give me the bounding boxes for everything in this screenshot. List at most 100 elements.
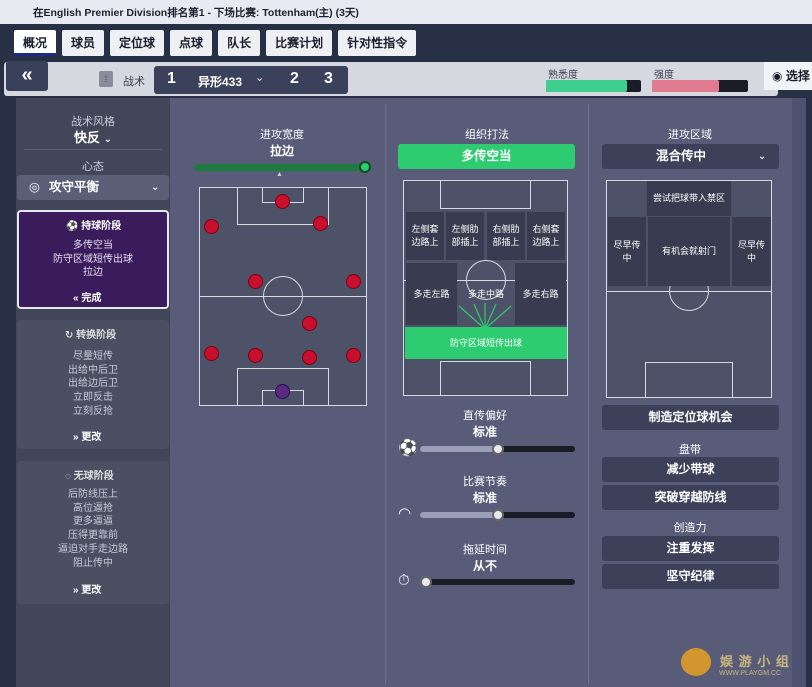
chevron-down-icon[interactable]: ⌄ bbox=[255, 71, 264, 84]
chevrons-right-icon: » bbox=[73, 585, 79, 596]
ball-icon: ◌ bbox=[65, 471, 71, 482]
list-item: 阻止传中 bbox=[73, 557, 113, 569]
slider-thumb[interactable] bbox=[491, 443, 504, 455]
style-dropdown[interactable]: 快反 ⌄ bbox=[16, 127, 170, 146]
build-up-button[interactable]: 多传空当 bbox=[398, 144, 575, 169]
tactic-slot-3[interactable]: 3 bbox=[324, 70, 333, 88]
formation-pitch bbox=[199, 187, 367, 406]
penalty-box-bottom bbox=[440, 361, 531, 395]
dribbling-button[interactable]: 减少带球 bbox=[602, 457, 779, 482]
time-wasting-slider[interactable] bbox=[420, 579, 575, 585]
time-wasting-value: 从不 bbox=[472, 559, 497, 573]
speedometer-icon: ◠ bbox=[398, 505, 412, 522]
attack-width-label: 进攻宽度 bbox=[260, 129, 304, 141]
scrollbar[interactable] bbox=[792, 98, 806, 687]
build-up-label: 组织打法 bbox=[465, 129, 509, 141]
zone-cross-early-left[interactable]: 尽早传 中 bbox=[608, 217, 646, 286]
player-token[interactable] bbox=[302, 350, 317, 365]
change-button[interactable]: » 更改 bbox=[73, 581, 101, 596]
done-button[interactable]: « 完成 bbox=[73, 289, 101, 304]
zone-cross-early-right[interactable]: 尽早传 中 bbox=[732, 217, 771, 286]
player-token[interactable] bbox=[248, 348, 263, 363]
final-third-pitch: 尝试把球带入禁区 尽早传 中 有机会就射门 尽早传 中 bbox=[606, 180, 772, 398]
slider-thumb[interactable] bbox=[491, 509, 504, 521]
tactic-selector: 1 异形433 ⌄ 2 3 bbox=[154, 66, 348, 94]
creativity-label: 创造力 bbox=[673, 522, 707, 534]
familiarity-label: 熟悉度 bbox=[548, 70, 578, 81]
watermark-url: WWW.PLAYGM.CC bbox=[719, 670, 782, 677]
slider-marker-icon: ▲ bbox=[276, 171, 283, 178]
zone-right-overlap[interactable]: 右侧套 边路上 bbox=[527, 212, 565, 260]
list-item: 出给边后卫 bbox=[68, 378, 118, 390]
transition-card[interactable]: ↻ 转换阶段 尽量短传 出给中后卫 出给边后卫 立即反击 立刻反抢 » 更改 bbox=[17, 320, 169, 449]
change-button[interactable]: » 更改 bbox=[73, 428, 101, 443]
tempo-value: 标准 bbox=[472, 491, 497, 505]
mentality-dropdown[interactable]: ◎ 攻守平衡 ⌄ bbox=[17, 175, 169, 200]
tab-captains[interactable]: 队长 bbox=[218, 30, 261, 56]
out-of-possession-card[interactable]: ◌ 无球阶段 后防线压上 高位逼抢 更多逼逼 压得更靠前 逼迫对手走边路 阻止传… bbox=[17, 461, 169, 604]
player-token[interactable] bbox=[302, 316, 317, 331]
tab-penalties[interactable]: 点球 bbox=[170, 30, 213, 56]
list-item: 立刻反抢 bbox=[73, 405, 113, 417]
mentality-icon: ◎ bbox=[29, 180, 40, 194]
center-circle bbox=[263, 276, 303, 316]
select-button[interactable]: ◉ 选择 bbox=[764, 62, 812, 90]
chevrons-left-icon: « bbox=[73, 293, 79, 304]
penalty-box-bottom bbox=[645, 362, 733, 397]
final-third-dropdown[interactable]: 混合传中 ⌄ bbox=[602, 144, 779, 169]
back-button[interactable]: « bbox=[6, 61, 48, 91]
player-token[interactable] bbox=[204, 219, 219, 234]
zone-shoot-on-sight[interactable]: 有机会就射门 bbox=[648, 217, 730, 286]
set-piece-button[interactable]: 制造定位球机会 bbox=[602, 405, 779, 430]
slider-thumb[interactable] bbox=[359, 161, 371, 173]
list-item: 压得更靠前 bbox=[68, 530, 118, 542]
player-token[interactable] bbox=[275, 194, 290, 209]
tab-set-pieces[interactable]: 定位球 bbox=[110, 30, 165, 56]
tactic-label: 战术 bbox=[123, 76, 145, 88]
discipline-button[interactable]: 坚守纪律 bbox=[602, 564, 779, 589]
tactic-slot-1[interactable]: 1 bbox=[167, 70, 176, 88]
watermark-title: 娱 游 小 组 bbox=[720, 654, 790, 669]
ball-icon: ⚽ bbox=[398, 440, 418, 457]
passing-value: 标准 bbox=[472, 425, 497, 439]
chevron-down-icon: ⌄ bbox=[151, 182, 160, 193]
zone-left-underlap[interactable]: 左侧肋 部插上 bbox=[446, 212, 484, 260]
tab-bar: 概况 球员 定位球 点球 队长 比赛计划 针对性指令 bbox=[14, 30, 417, 56]
in-possession-card[interactable]: ⚽ 持球阶段 多传空当 防守区域短传出球 拉边 « 完成 bbox=[17, 210, 169, 309]
left-panel: 战术风格 快反 ⌄ 心态 ◎ 攻守平衡 ⌄ ⚽ 持球阶段 多传空当 防守区域短传… bbox=[16, 98, 170, 687]
tab-opposition-instructions[interactable]: 针对性指令 bbox=[338, 30, 417, 56]
player-token[interactable] bbox=[313, 216, 328, 231]
dribbling-label: 盘带 bbox=[679, 444, 701, 456]
list-item: 更多逼逼 bbox=[73, 516, 113, 528]
intensity-bar[interactable] bbox=[652, 80, 748, 92]
slider-thumb[interactable] bbox=[420, 576, 432, 588]
status-bar: 在English Premier Division排名第1 - 下场比赛: To… bbox=[0, 0, 812, 24]
tab-match-plan[interactable]: 比赛计划 bbox=[266, 30, 333, 56]
formation-dropdown[interactable]: 异形433 bbox=[198, 73, 242, 90]
list-item: 多传空当 bbox=[73, 240, 113, 251]
build-up-pitch: 左侧套 边路上 左侧肋 部插上 右侧肋 部插上 右侧套 边路上 多走左路 多走中… bbox=[403, 180, 568, 396]
tactic-slot-2[interactable]: 2 bbox=[290, 70, 299, 88]
player-token[interactable] bbox=[346, 274, 361, 289]
player-token[interactable] bbox=[346, 348, 361, 363]
list-item: 拉边 bbox=[83, 267, 103, 279]
goalkeeper-token[interactable] bbox=[275, 384, 290, 399]
eye-icon: ◉ bbox=[772, 69, 783, 83]
tab-players[interactable]: 球员 bbox=[62, 30, 105, 56]
list-item: 尽量短传 bbox=[73, 351, 113, 362]
chevron-down-icon: ⌄ bbox=[103, 134, 113, 145]
familiarity-bar[interactable] bbox=[546, 80, 641, 92]
attack-width-slider[interactable] bbox=[194, 164, 370, 171]
zone-short-distribution[interactable]: 防守区域短传出球 bbox=[405, 327, 567, 359]
zone-left-overlap[interactable]: 左侧套 边路上 bbox=[406, 212, 444, 260]
player-token[interactable] bbox=[248, 274, 263, 289]
tab-overview[interactable]: 概况 bbox=[14, 30, 57, 56]
intensity-label: 强度 bbox=[654, 70, 674, 81]
zone-right-underlap[interactable]: 右侧肋 部插上 bbox=[487, 212, 525, 260]
tactic-icon: ⁞ bbox=[99, 71, 113, 87]
status-text: 在English Premier Division排名第1 - 下场比赛: To… bbox=[33, 7, 359, 19]
zone-work-into-box[interactable]: 尝试把球带入禁区 bbox=[647, 181, 731, 216]
player-token[interactable] bbox=[204, 346, 219, 361]
creative-freedom-button[interactable]: 注重发挥 bbox=[602, 536, 779, 561]
break-line-button[interactable]: 突破穿越防线 bbox=[602, 485, 779, 510]
